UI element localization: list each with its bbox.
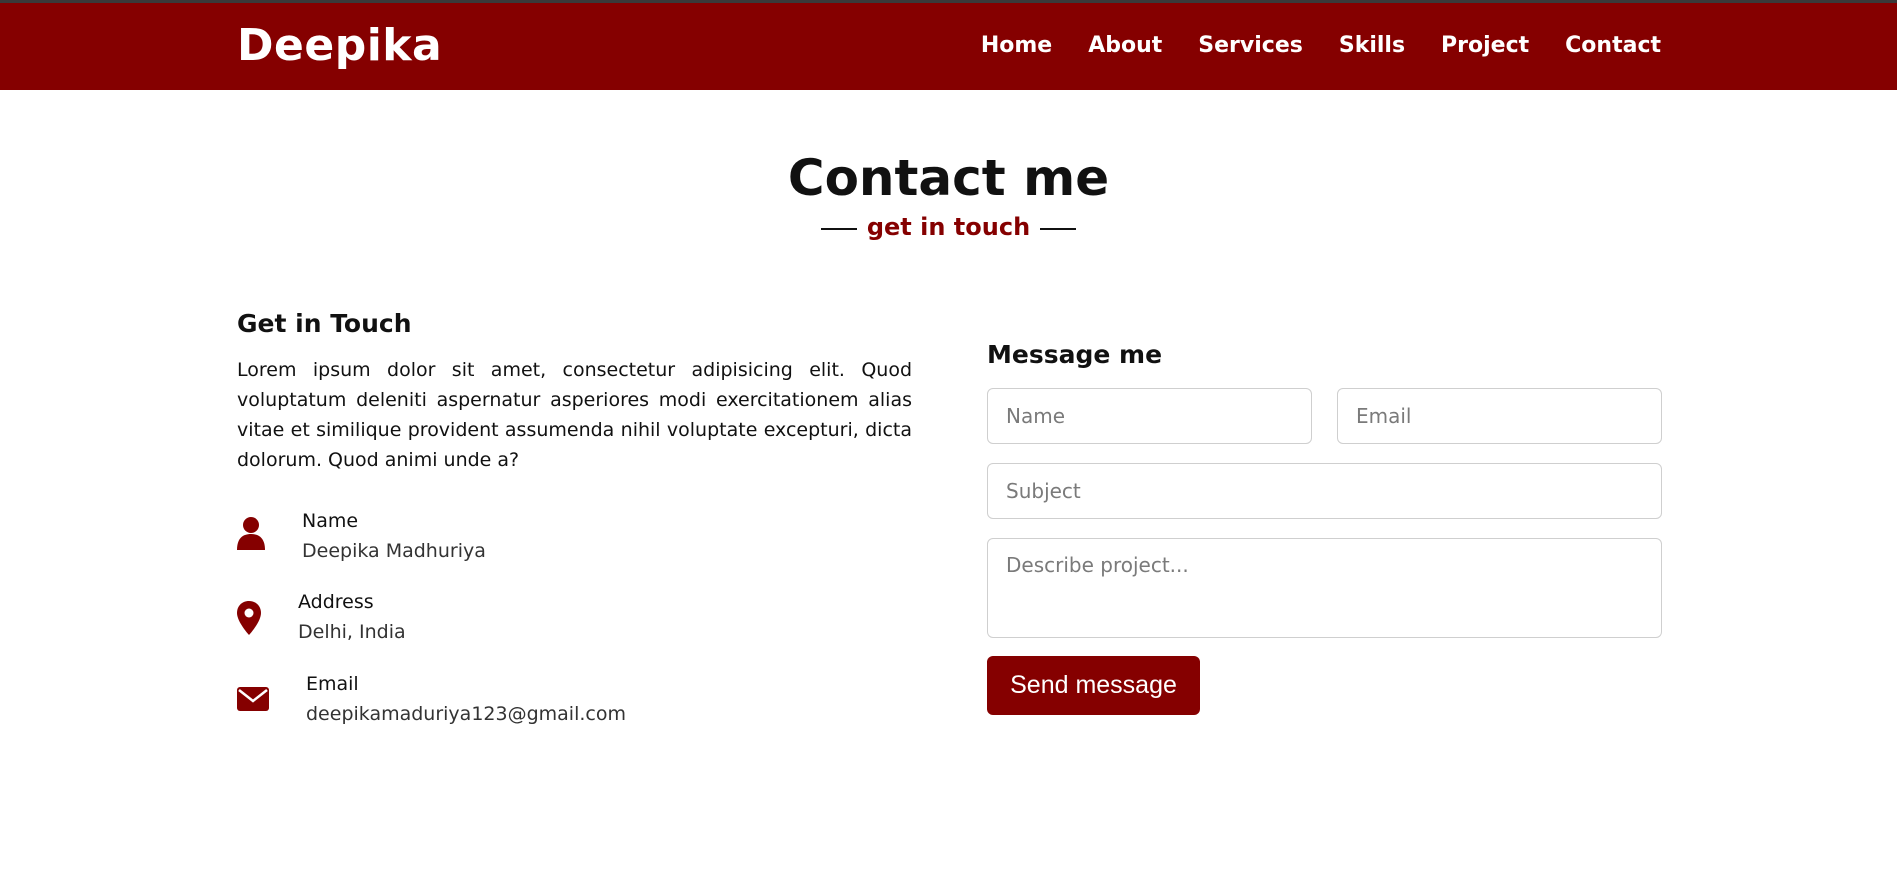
info-value-address: Delhi, India xyxy=(298,621,406,643)
nav-link-home[interactable]: Home xyxy=(981,31,1052,61)
info-row-address: Address Delhi, India xyxy=(237,589,912,649)
nav-link-skills[interactable]: Skills xyxy=(1339,31,1405,61)
info-label-address: Address xyxy=(298,591,374,613)
subtitle-left-line xyxy=(820,228,857,230)
info-value-name: Deepika Madhuriya xyxy=(302,540,486,562)
map-marker-icon xyxy=(237,601,261,639)
envelope-icon xyxy=(237,687,269,715)
info-row-name: Name Deepika Madhuriya xyxy=(237,508,912,568)
brand-logo[interactable]: Deepika xyxy=(237,21,442,71)
info-row-email: Email deepikamaduriya123@gmail.com xyxy=(237,671,912,731)
info-value-email: deepikamaduriya123@gmail.com xyxy=(306,703,626,725)
subtitle-right-line xyxy=(1040,228,1077,230)
navbar: Deepika Home About Services Skills Proje… xyxy=(0,3,1897,90)
info-label-email: Email xyxy=(306,673,359,695)
email-input[interactable] xyxy=(1337,388,1662,444)
nav-link-about[interactable]: About xyxy=(1088,31,1162,61)
nav-link-project[interactable]: Project xyxy=(1441,31,1529,61)
message-panel: Message me xyxy=(987,338,1662,372)
section-subtitle: get in touch xyxy=(866,213,1031,241)
user-icon xyxy=(237,516,265,554)
send-message-button[interactable]: Send message xyxy=(987,656,1200,715)
message-me-title: Message me xyxy=(987,340,1163,369)
nav-link-contact[interactable]: Contact xyxy=(1565,31,1661,61)
section-title: Contact me xyxy=(787,149,1110,207)
project-description-textarea[interactable] xyxy=(987,538,1662,638)
info-label-name: Name xyxy=(302,510,359,532)
nav-link-services[interactable]: Services xyxy=(1198,31,1303,61)
subject-input[interactable] xyxy=(987,463,1662,519)
nav-links: Home About Services Skills Project Conta… xyxy=(981,31,1661,61)
section-subtitle-row: get in touch xyxy=(0,212,1897,242)
get-in-touch-panel: Get in Touch Lorem ipsum dolor sit amet,… xyxy=(237,307,912,725)
name-input[interactable] xyxy=(987,388,1312,444)
get-in-touch-title: Get in Touch xyxy=(237,309,412,338)
intro-paragraph: Lorem ipsum dolor sit amet, consectetur … xyxy=(237,359,912,471)
